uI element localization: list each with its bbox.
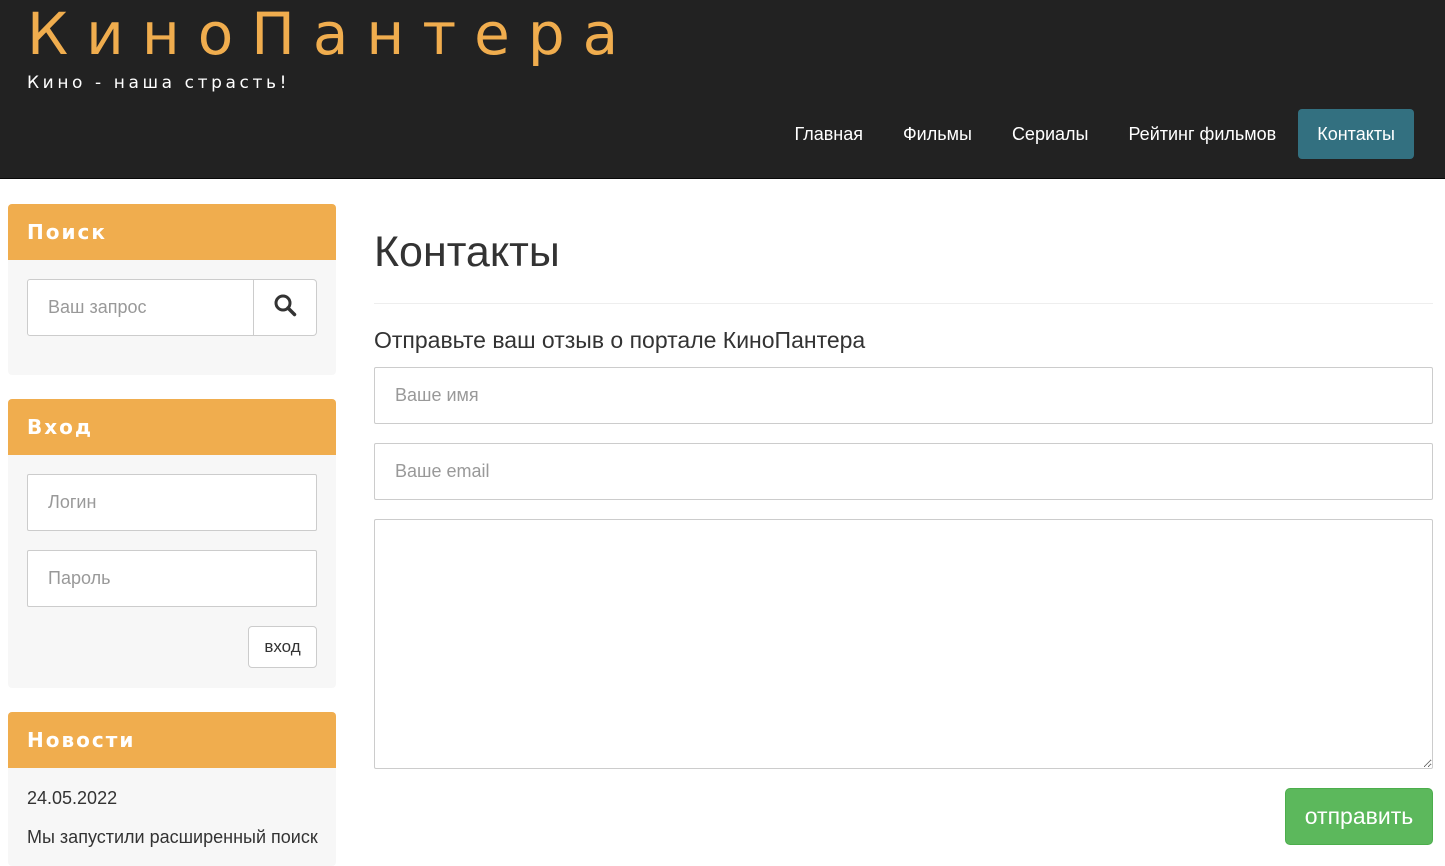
login-button[interactable]: вход bbox=[248, 626, 317, 668]
form-lead-text: Отправьте ваш отзыв о портале КиноПантер… bbox=[374, 327, 866, 353]
title-divider bbox=[374, 303, 1433, 304]
login-field[interactable] bbox=[27, 474, 317, 531]
login-panel-title: Вход bbox=[8, 399, 336, 455]
search-group bbox=[27, 279, 317, 336]
nav-item-contacts[interactable]: Контакты bbox=[1298, 109, 1414, 159]
news-date: 24.05.2022 bbox=[27, 788, 118, 808]
page-title: Контакты bbox=[374, 228, 560, 276]
search-input[interactable] bbox=[27, 279, 254, 336]
search-panel-title: Поиск bbox=[8, 204, 336, 260]
site-tagline: Кино - наша страсть! bbox=[27, 73, 291, 93]
name-field[interactable] bbox=[374, 367, 1433, 424]
news-item-link[interactable]: Мы запустили расширенный поиск bbox=[27, 827, 318, 848]
email-field[interactable] bbox=[374, 443, 1433, 500]
nav-item-ratings[interactable]: Рейтинг фильмов bbox=[1108, 109, 1296, 159]
site-logo[interactable]: КиноПантера bbox=[27, 2, 636, 66]
nav-item-movies[interactable]: Фильмы bbox=[883, 109, 992, 159]
nav-item-series[interactable]: Сериалы bbox=[992, 109, 1109, 159]
message-textarea[interactable] bbox=[374, 519, 1433, 769]
news-panel: Новости 24.05.2022 Мы запустили расширен… bbox=[8, 712, 336, 866]
submit-button[interactable]: отправить bbox=[1285, 788, 1433, 845]
password-field[interactable] bbox=[27, 550, 317, 607]
search-icon bbox=[273, 293, 297, 322]
search-button[interactable] bbox=[254, 279, 317, 336]
search-panel: Поиск bbox=[8, 204, 336, 375]
site-header: КиноПантера Кино - наша страсть! Главная… bbox=[0, 0, 1445, 179]
login-panel: Вход вход bbox=[8, 399, 336, 688]
nav-item-home[interactable]: Главная bbox=[774, 109, 883, 159]
main-nav: Главная Фильмы Сериалы Рейтинг фильмов К… bbox=[774, 109, 1414, 159]
news-panel-title: Новости bbox=[8, 712, 336, 768]
